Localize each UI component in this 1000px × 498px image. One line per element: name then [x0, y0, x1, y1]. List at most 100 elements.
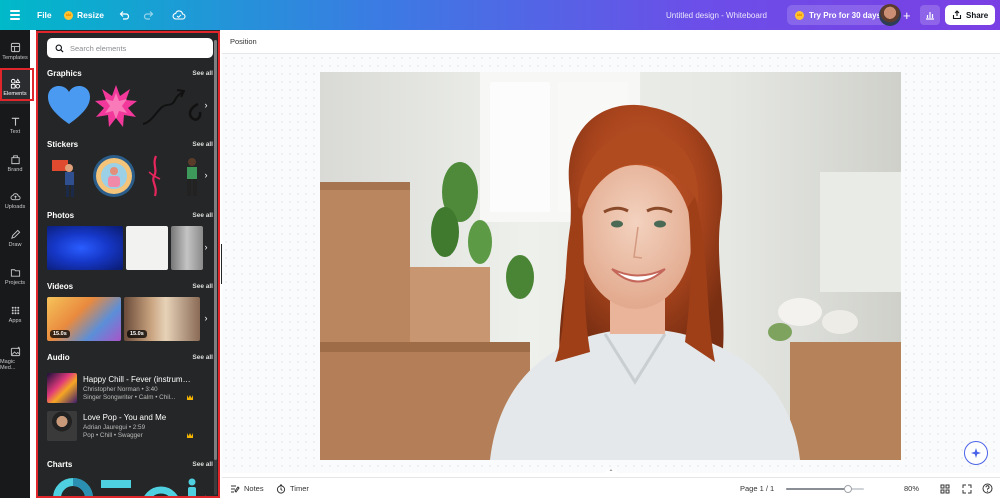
canvas-photo[interactable]: [320, 72, 901, 460]
rail-item-brand[interactable]: Brand: [0, 146, 30, 180]
rail-item-elements[interactable]: Elements: [0, 70, 30, 104]
charts-row: ›: [47, 476, 213, 498]
audio-title: Love Pop - You and Me: [83, 413, 167, 422]
rail-item-draw[interactable]: Draw: [0, 221, 30, 255]
audio-thumbnail: [47, 411, 77, 441]
arrow-graphic[interactable]: [141, 84, 185, 128]
rail-item-uploads[interactable]: Uploads: [0, 183, 30, 217]
audio-tags: Pop • Chill • Swagger: [83, 432, 143, 439]
rail-label: Brand: [7, 166, 23, 173]
fullscreen-icon[interactable]: [962, 478, 972, 498]
zoom-knob[interactable]: [844, 484, 853, 493]
notes-button[interactable]: Notes: [230, 478, 264, 498]
rail-item-magic-media[interactable]: Magic Med...: [0, 341, 30, 375]
folder-icon: [10, 268, 20, 277]
file-menu[interactable]: File: [37, 0, 52, 30]
cloud-save-icon[interactable]: [172, 0, 186, 30]
zoom-track: [786, 484, 864, 493]
audio-track[interactable]: Happy Chill - Fever (instrument... Chris…: [47, 373, 213, 405]
section-title: Graphics: [47, 69, 82, 78]
zoom-percent[interactable]: 80%: [904, 478, 919, 498]
menu-icon[interactable]: [9, 0, 21, 30]
share-label: Share: [966, 10, 989, 20]
heart-graphic[interactable]: [47, 84, 91, 128]
rail-item-projects[interactable]: Projects: [0, 259, 30, 293]
rail-item-apps[interactable]: Apps: [0, 297, 30, 331]
share-button[interactable]: Share: [945, 5, 996, 25]
show-pages-caret-icon[interactable]: ⌃: [604, 469, 618, 477]
document-title[interactable]: Untitled design - Whiteboard: [666, 0, 767, 30]
search-field[interactable]: [47, 38, 213, 58]
see-all-videos[interactable]: See all: [192, 283, 213, 290]
section-title: Charts: [47, 460, 73, 469]
rail-label: Magic Med...: [0, 358, 16, 371]
avatar[interactable]: [879, 4, 901, 26]
timer-button[interactable]: Timer: [276, 478, 309, 498]
magic-assistant-button[interactable]: [964, 441, 988, 465]
next-arrow-icon[interactable]: ›: [199, 166, 213, 184]
photos-row: ›: [47, 226, 213, 270]
graphics-row: ›: [47, 84, 213, 128]
badge-sticker[interactable]: [91, 154, 137, 198]
see-all-charts[interactable]: See all: [192, 461, 213, 468]
next-arrow-icon[interactable]: ›: [199, 488, 213, 498]
crown-icon: [187, 395, 193, 400]
video-thumbnail[interactable]: 15.0s: [47, 297, 121, 341]
rail-label: Draw: [8, 241, 22, 248]
redo-icon[interactable]: [143, 0, 155, 30]
zoom-slider[interactable]: [786, 478, 864, 498]
see-all-graphics[interactable]: See all: [192, 70, 213, 77]
see-all-audio[interactable]: See all: [192, 354, 213, 361]
rail-item-text[interactable]: Text: [0, 108, 30, 142]
context-toolbar: Position: [222, 30, 1000, 54]
crown-icon: [64, 10, 73, 20]
page-indicator[interactable]: Page 1 / 1: [740, 478, 774, 498]
position-button[interactable]: Position: [230, 37, 257, 46]
search-icon: [55, 44, 64, 53]
rail-label: Apps: [8, 317, 22, 324]
try-pro-label: Try Pro for 30 days: [809, 10, 882, 20]
add-collaborator-button[interactable]: +: [903, 0, 911, 30]
section-title: Videos: [47, 282, 74, 291]
section-title: Stickers: [47, 140, 79, 149]
starburst-graphic[interactable]: [94, 84, 138, 128]
insights-icon[interactable]: [920, 5, 940, 25]
blue-photo[interactable]: [47, 226, 123, 270]
gauge-chart-thumb[interactable]: [141, 476, 181, 498]
rail-item-templates[interactable]: Templates: [0, 34, 30, 68]
crown-icon: [795, 10, 804, 20]
panel-scroll-thumb[interactable]: [214, 40, 217, 460]
donut-chart-thumb[interactable]: [51, 476, 95, 498]
text-icon: [11, 117, 19, 126]
see-all-stickers[interactable]: See all: [192, 141, 213, 148]
video-thumbnail[interactable]: 15.0s: [124, 297, 200, 341]
try-pro-button[interactable]: Try Pro for 30 days: [787, 5, 890, 25]
zoom-fill: [786, 487, 849, 490]
resize-button[interactable]: Resize: [64, 0, 104, 30]
audio-track[interactable]: Love Pop - You and Me Adrian Jauregui • …: [47, 411, 213, 443]
notes-icon: [231, 485, 240, 493]
moving-person-sticker[interactable]: [47, 154, 87, 198]
next-arrow-icon[interactable]: ›: [199, 309, 213, 327]
search-input[interactable]: [70, 43, 200, 53]
elements-icon: [10, 77, 20, 89]
timer-label: Timer: [290, 484, 309, 493]
grid-view-icon[interactable]: [940, 478, 950, 498]
elements-panel: Graphics See all › Stickers See all: [36, 30, 220, 498]
next-arrow-icon[interactable]: ›: [199, 96, 213, 114]
notes-label: Notes: [244, 484, 264, 493]
audio-artist: Adrian Jauregui • 2:59: [83, 424, 146, 431]
undo-icon[interactable]: [118, 0, 130, 30]
rail-label: Templates: [2, 54, 28, 61]
next-arrow-icon[interactable]: ›: [199, 238, 213, 256]
videos-row: 15.0s 15.0s ›: [47, 297, 213, 341]
help-icon[interactable]: [982, 478, 993, 498]
draw-icon: [10, 229, 20, 239]
pink-figure-sticker[interactable]: [142, 154, 168, 198]
white-photo[interactable]: [126, 226, 168, 270]
sparkle-icon: [971, 448, 981, 458]
see-all-photos[interactable]: See all: [192, 212, 213, 219]
bar-chart-thumb[interactable]: [99, 476, 135, 498]
video-duration: 15.0s: [127, 330, 147, 338]
section-title: Photos: [47, 211, 75, 220]
